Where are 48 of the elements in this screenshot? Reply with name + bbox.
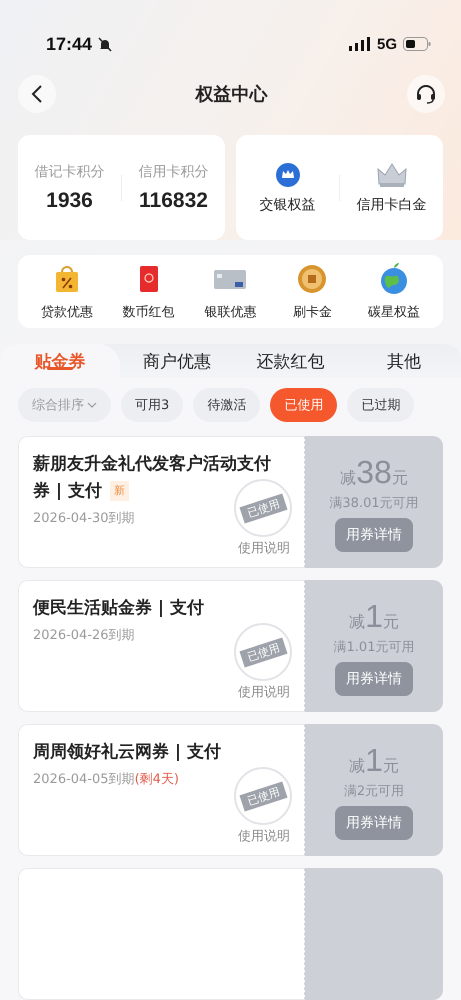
- discount-amount: 减38元: [340, 452, 408, 490]
- bell-off-icon: [98, 36, 112, 52]
- back-icon: [31, 84, 43, 104]
- used-stamp: 已使用: [234, 623, 292, 681]
- crown-badge-icon: [274, 162, 300, 188]
- filter-chip[interactable]: 待激活: [193, 388, 260, 422]
- tab[interactable]: 其他: [347, 344, 461, 378]
- filter-chip[interactable]: 已过期: [347, 388, 414, 422]
- coupon-condition: 满38.01元可用: [329, 494, 419, 512]
- points-value: 116832: [139, 188, 208, 212]
- service-button[interactable]: 银联优惠: [190, 262, 272, 322]
- coupon-expiry: 2026-04-05到期(剩4天): [33, 771, 179, 788]
- network-type: 5G: [376, 36, 397, 52]
- coupon-expiry: 2026-04-26到期: [33, 627, 135, 644]
- coupon-title: 周周领好礼云网券 | 支付: [33, 741, 222, 764]
- perk-button[interactable]: 交银权益: [236, 162, 339, 214]
- filter-chip[interactable]: 可用3: [121, 388, 184, 422]
- coupon-title: 便民生活贴金券 | 支付: [33, 597, 206, 620]
- points-label: 借记卡积分: [34, 162, 104, 180]
- tab[interactable]: 还款红包: [234, 344, 348, 378]
- back-button[interactable]: [18, 75, 56, 113]
- coupon-condition: 满2元可用: [344, 782, 404, 800]
- usage-note-link[interactable]: 使用说明: [238, 827, 290, 845]
- coupon-condition: 满1.01元可用: [334, 638, 414, 656]
- battery-icon: [403, 37, 431, 51]
- chevron-down-icon: [87, 401, 97, 409]
- page-title: 权益中心: [196, 83, 268, 106]
- points-value: 1936: [46, 188, 93, 212]
- service-button[interactable]: 贷款优惠: [26, 262, 108, 322]
- status-time: 17:44: [46, 34, 92, 54]
- discount-amount: 减1元: [349, 740, 399, 778]
- coupon-expiry: 2026-04-30到期: [33, 510, 135, 527]
- headset-icon: [415, 83, 437, 105]
- headset-button[interactable]: [407, 75, 445, 113]
- usage-note-link[interactable]: 使用说明: [238, 683, 290, 701]
- signal-icon: [348, 37, 371, 51]
- service-button[interactable]: 刷卡金: [271, 262, 354, 322]
- tab[interactable]: 商户优惠: [120, 344, 234, 378]
- points-label: 信用卡积分: [138, 162, 208, 180]
- new-tag: 新: [110, 481, 130, 501]
- service-button[interactable]: 碳星权益: [353, 262, 435, 322]
- used-stamp: 已使用: [234, 767, 292, 825]
- service-button[interactable]: 数币红包: [108, 262, 190, 322]
- crown-icon: [376, 162, 408, 188]
- perk-button[interactable]: 信用卡白金: [340, 162, 443, 214]
- usage-note-link[interactable]: 使用说明: [238, 539, 290, 557]
- discount-amount: 减1元: [349, 596, 399, 634]
- used-stamp: 已使用: [234, 479, 292, 537]
